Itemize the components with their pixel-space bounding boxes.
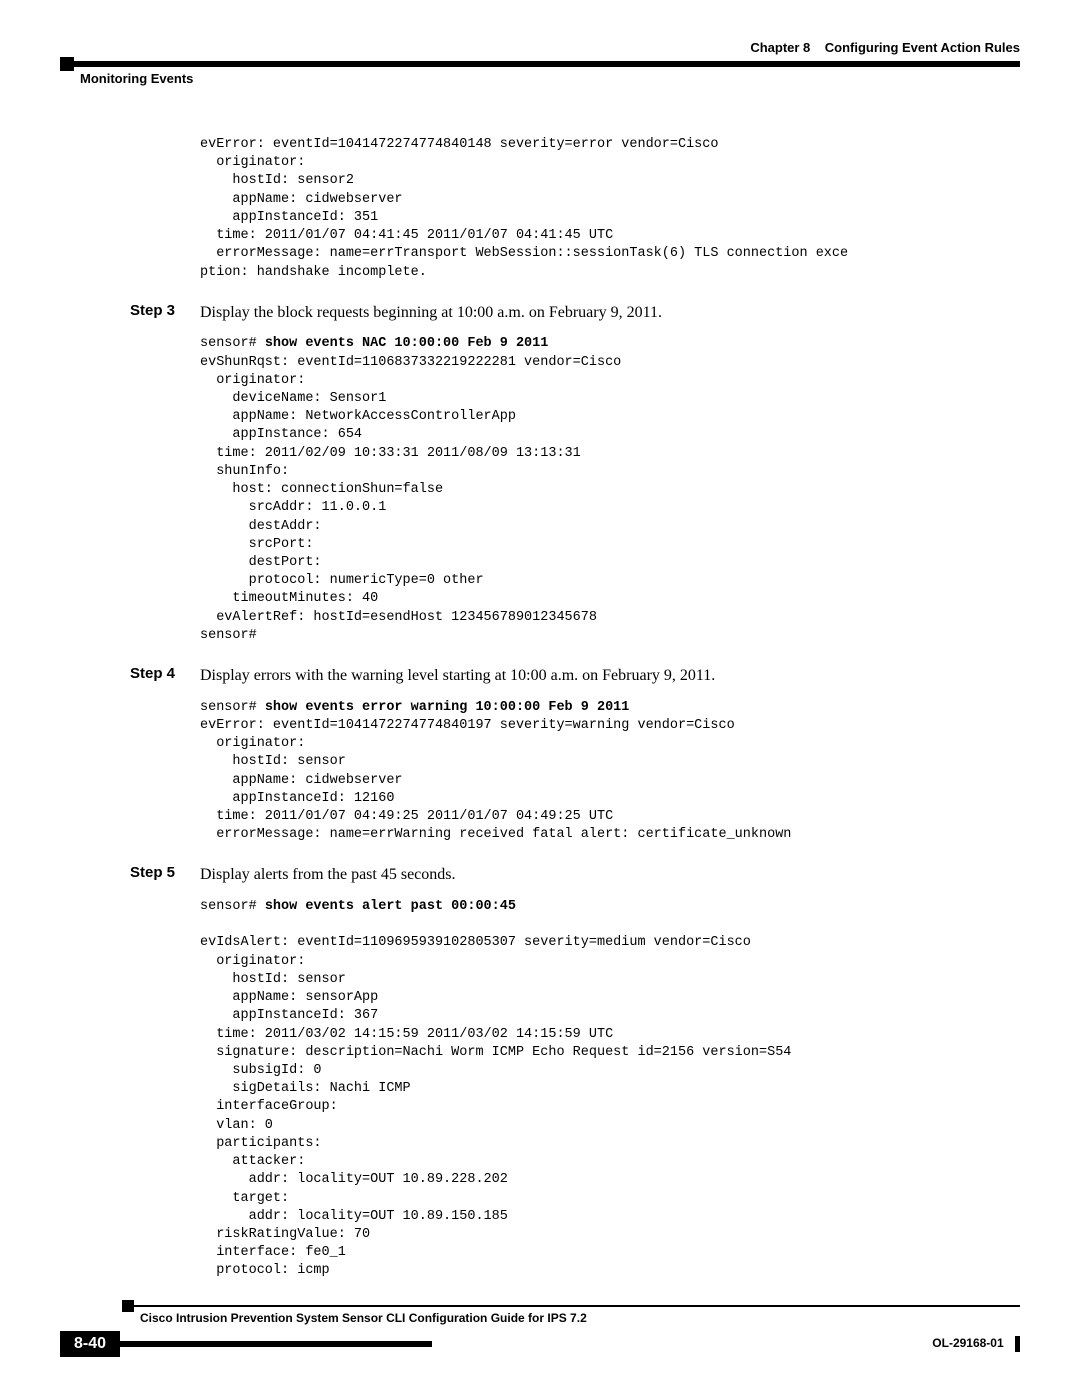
step-4-output: evError: eventId=1041472274774840197 sev… — [200, 718, 791, 842]
step-3-label: Step 3 — [130, 302, 200, 324]
section-title: Monitoring Events — [80, 71, 1020, 86]
step-4-text: Display errors with the warning level st… — [200, 665, 715, 687]
chapter-number: Chapter 8 — [750, 40, 810, 55]
page-header: Chapter 8 Configuring Event Action Rules — [60, 40, 1020, 55]
footer-guide-title: Cisco Intrusion Prevention System Sensor… — [140, 1311, 1020, 1325]
header-rule — [60, 61, 1020, 67]
step-5-prompt: sensor# — [200, 899, 265, 914]
step-5-label: Step 5 — [130, 864, 200, 886]
footer-rule — [130, 1305, 1020, 1307]
step-4-prompt: sensor# — [200, 700, 265, 715]
step-4-label: Step 4 — [130, 665, 200, 687]
step-3-code: sensor# show events NAC 10:00:00 Feb 9 2… — [200, 335, 1000, 645]
step-5-cmd: show events alert past 00:00:45 — [265, 899, 516, 914]
step-3-row: Step 3 Display the block requests beginn… — [130, 302, 1000, 324]
doc-id: OL-29168-01 — [932, 1336, 1020, 1352]
page-number-rule — [120, 1341, 432, 1347]
page-number: 8-40 — [60, 1331, 120, 1357]
step-5-text: Display alerts from the past 45 seconds. — [200, 864, 456, 886]
footer-bottom: 8-40 OL-29168-01 — [60, 1331, 1020, 1357]
code-output-intro: evError: eventId=1041472274774840148 sev… — [200, 136, 1000, 282]
chapter-title: Configuring Event Action Rules — [825, 40, 1020, 55]
step-5-row: Step 5 Display alerts from the past 45 s… — [130, 864, 1000, 886]
step-3-prompt: sensor# — [200, 336, 265, 351]
main-content: evError: eventId=1041472274774840148 sev… — [200, 136, 1000, 1281]
step-4-row: Step 4 Display errors with the warning l… — [130, 665, 1000, 687]
step-4-code: sensor# show events error warning 10:00:… — [200, 699, 1000, 845]
step-3-text: Display the block requests beginning at … — [200, 302, 662, 324]
header-chapter-title: Chapter 8 Configuring Event Action Rules — [750, 40, 1020, 55]
step-5-code: sensor# show events alert past 00:00:45 … — [200, 898, 1000, 1281]
step-4-cmd: show events error warning 10:00:00 Feb 9… — [265, 700, 630, 715]
step-5-output: evIdsAlert: eventId=1109695939102805307 … — [200, 935, 791, 1278]
footer-right-marker — [1015, 1336, 1020, 1352]
step-3-cmd: show events NAC 10:00:00 Feb 9 2011 — [265, 336, 549, 351]
page-footer: Cisco Intrusion Prevention System Sensor… — [60, 1305, 1020, 1357]
step-3-output: evShunRqst: eventId=1106837332219222281 … — [200, 355, 621, 643]
